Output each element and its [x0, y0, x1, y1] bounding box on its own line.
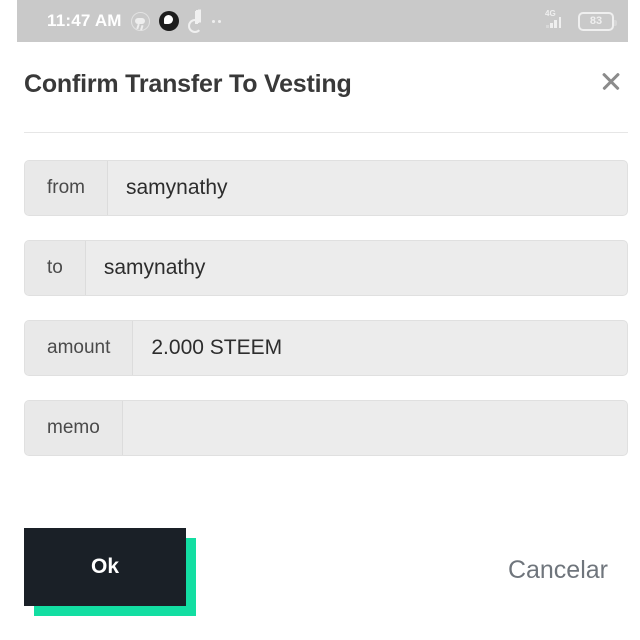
dialog-header: Confirm Transfer To Vesting	[24, 64, 628, 126]
status-bar-right: 4G 83	[545, 10, 617, 31]
transfer-fields-list: from samynathy to samynathy amount 2.000…	[24, 160, 628, 480]
phone-screen: 11:47 AM 4G 83 Confirm Transfer To Vesti…	[0, 0, 640, 640]
field-value-to: samynathy	[103, 256, 206, 279]
field-row-to: to samynathy	[24, 240, 628, 296]
field-label-to: to	[25, 241, 86, 295]
field-label-from: from	[25, 161, 108, 215]
field-value-from: samynathy	[126, 176, 228, 199]
field-value-amount: 2.000 STEEM	[151, 336, 283, 359]
field-value-memo	[123, 401, 627, 455]
battery-icon: 83	[578, 11, 617, 31]
battery-level-label: 83	[589, 14, 603, 27]
ok-button[interactable]: Ok	[24, 528, 186, 606]
field-row-memo: memo	[24, 400, 628, 456]
dialog-footer: Ok Cancelar	[0, 512, 640, 640]
more-notifications-icon	[211, 19, 221, 23]
field-row-from: from samynathy	[24, 160, 628, 216]
field-label-amount: amount	[25, 321, 134, 375]
confirm-transfer-dialog: Confirm Transfer To Vesting from samynat…	[0, 42, 640, 640]
signal-bars	[546, 17, 562, 28]
weather-icon	[130, 11, 150, 31]
status-bar: 11:47 AM 4G 83	[17, 0, 628, 42]
status-bar-clock: 11:47 AM	[47, 11, 122, 30]
tiktok-icon	[187, 11, 203, 33]
signal-bars-icon: 4G	[545, 10, 569, 31]
field-row-amount: amount 2.000 STEEM	[24, 320, 628, 376]
status-bar-left: 11:47 AM	[47, 11, 545, 33]
close-icon[interactable]	[594, 64, 628, 98]
confirm-button-wrapper: Ok	[24, 528, 196, 616]
cancel-button[interactable]: Cancelar	[504, 550, 612, 591]
header-divider	[24, 132, 628, 133]
messaging-circle-icon	[158, 11, 179, 31]
page-title: Confirm Transfer To Vesting	[24, 70, 352, 98]
field-label-memo: memo	[25, 401, 123, 455]
